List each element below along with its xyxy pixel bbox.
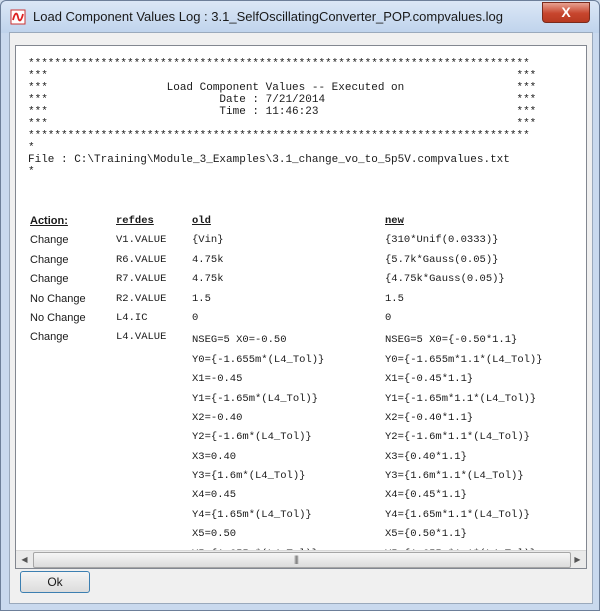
- log-line: *** ***: [28, 70, 537, 82]
- old-line: X5=0.50: [192, 528, 237, 541]
- cell-new: 0: [385, 311, 392, 324]
- new-line: Y4={1.65m*1.1*(L4_Tol)}: [385, 508, 530, 521]
- header-action: Action:: [30, 215, 68, 227]
- header-refdes: refdes: [116, 215, 154, 227]
- log-window: Load Component Values Log : 3.1_SelfOsci…: [0, 0, 600, 611]
- log-line: *** Load Component Values -- Executed on…: [28, 82, 537, 94]
- cell-action: Change: [30, 273, 69, 286]
- arrow-right-icon: ▶: [574, 555, 581, 564]
- header-old: old: [192, 215, 211, 227]
- scroll-right-button[interactable]: ▶: [569, 551, 586, 568]
- old-line: Y0={-1.655m*(L4_Tol)}: [192, 353, 325, 366]
- cell-old: 4.75k: [192, 253, 224, 266]
- cell-new: {4.75k*Gauss(0.05)}: [385, 273, 505, 286]
- cell-old-multiline: NSEG=5 X0=-0.50 Y0={-1.655m*(L4_Tol)} X1…: [192, 331, 324, 564]
- arrow-left-icon: ◀: [21, 555, 28, 564]
- new-line: X3={0.40*1.1}: [385, 450, 467, 463]
- log-line: *** Date : 7/21/2014 ***: [28, 94, 537, 106]
- old-line: Y1={-1.65m*(L4_Tol)}: [192, 392, 319, 405]
- cell-old: 4.75k: [192, 273, 224, 286]
- cell-action: No Change: [30, 311, 86, 324]
- new-line: X5={0.50*1.1}: [385, 528, 467, 541]
- log-text-area[interactable]: ****************************************…: [15, 45, 587, 569]
- new-line: Y2={-1.6m*1.1*(L4_Tol)}: [385, 431, 530, 444]
- scrollbar-thumb[interactable]: |||: [33, 552, 571, 568]
- new-line: X1={-0.45*1.1}: [385, 373, 474, 386]
- cell-new: {5.7k*Gauss(0.05)}: [385, 253, 499, 266]
- grip-icon: |||: [294, 554, 299, 564]
- cell-action: Change: [30, 331, 69, 344]
- cell-refdes: R7.VALUE: [116, 273, 167, 286]
- horizontal-scrollbar[interactable]: ◀ ||| ▶: [16, 550, 586, 568]
- log-line: *** ***: [28, 118, 537, 130]
- cell-refdes: R2.VALUE: [116, 292, 167, 305]
- old-line: X3=0.40: [192, 450, 237, 463]
- cell-old: 1.5: [192, 292, 211, 305]
- app-icon: [10, 9, 26, 25]
- cell-new-multiline: NSEG=5 X0={-0.50*1.1} Y0={-1.655m*1.1*(L…: [385, 331, 543, 564]
- cell-new: 1.5: [385, 292, 404, 305]
- close-icon: X: [561, 4, 571, 20]
- old-line: NSEG=5 X0=-0.50: [192, 334, 287, 347]
- old-line: Y2={-1.6m*(L4_Tol)}: [192, 431, 312, 444]
- log-line: *: [28, 166, 35, 178]
- log-header: ****************************************…: [28, 58, 536, 178]
- cell-new: {310*Unif(0.0333)}: [385, 234, 499, 247]
- scroll-left-button[interactable]: ◀: [16, 551, 33, 568]
- cell-old: 0: [192, 311, 199, 324]
- header-new: new: [385, 215, 404, 227]
- new-line: Y3={1.6m*1.1*(L4_Tol)}: [385, 470, 524, 483]
- cell-refdes: L4.VALUE: [116, 331, 167, 344]
- log-line: File : C:\Training\Module_3_Examples\3.1…: [28, 154, 510, 166]
- cell-action: Change: [30, 253, 69, 266]
- old-line: X4=0.45: [192, 489, 237, 502]
- ok-button[interactable]: Ok: [20, 571, 90, 593]
- log-line: *** Time : 11:46:23 ***: [28, 106, 537, 118]
- new-line: Y0={-1.655m*1.1*(L4_Tol)}: [385, 353, 543, 366]
- cell-action: No Change: [30, 292, 86, 305]
- old-line: Y4={1.65m*(L4_Tol)}: [192, 508, 312, 521]
- new-line: X4={0.45*1.1}: [385, 489, 467, 502]
- new-line: X2={-0.40*1.1}: [385, 411, 474, 424]
- log-line: *: [28, 142, 35, 154]
- close-button[interactable]: X: [542, 2, 590, 23]
- new-line: Y1={-1.65m*1.1*(L4_Tol)}: [385, 392, 537, 405]
- old-line: X2=-0.40: [192, 411, 243, 424]
- log-line: ****************************************…: [28, 130, 530, 142]
- cell-old: {Vin}: [192, 234, 224, 247]
- new-line: NSEG=5 X0={-0.50*1.1}: [385, 334, 518, 347]
- title-bar[interactable]: Load Component Values Log : 3.1_SelfOsci…: [1, 1, 599, 33]
- dialog-body: ****************************************…: [9, 32, 593, 604]
- old-line: X1=-0.45: [192, 373, 243, 386]
- cell-refdes: V1.VALUE: [116, 234, 167, 247]
- cell-action: Change: [30, 234, 69, 247]
- cell-refdes: R6.VALUE: [116, 253, 167, 266]
- cell-refdes: L4.IC: [116, 311, 148, 324]
- window-title: Load Component Values Log : 3.1_SelfOsci…: [33, 9, 503, 24]
- log-line: ****************************************…: [28, 58, 530, 70]
- old-line: Y3={1.6m*(L4_Tol)}: [192, 470, 306, 483]
